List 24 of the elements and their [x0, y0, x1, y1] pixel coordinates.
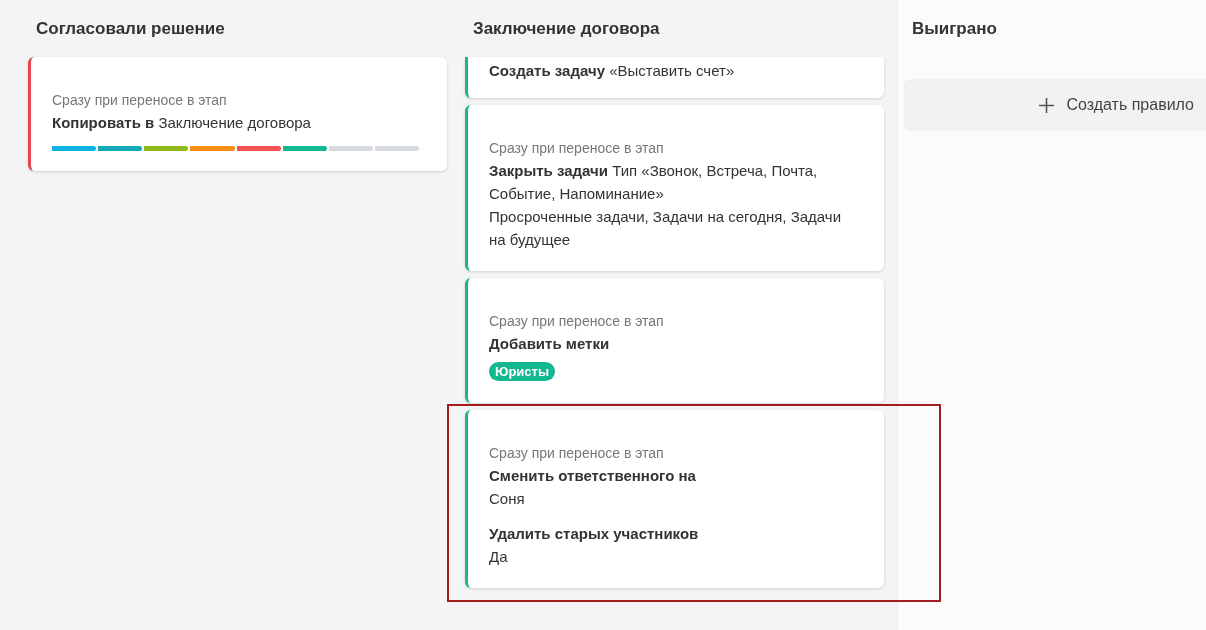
action-text: Копировать в Заключение договора — [52, 113, 312, 133]
rule-card[interactable]: Сразу при переносе в этап Добавить метки Юристы — [465, 278, 884, 403]
action-text: Да — [489, 547, 509, 567]
trigger-text: Сразу при переносе в этап — [489, 312, 665, 331]
action-title: Добавить метки — [489, 334, 611, 354]
trigger-text: Сразу при переносе в этап — [52, 91, 228, 110]
action-text: Закрыть задачи Тип «Звонок, Встреча, Почта, Событие, Напоминание» — [489, 161, 819, 204]
column-title: Выиграно — [912, 17, 997, 40]
action-title: Удалить старых участников — [489, 524, 700, 544]
column-title: Заключение договора — [473, 17, 660, 40]
rule-card[interactable]: Сразу при переносе в этап Сменить ответственного на Соня Удалить старых участников Да — [465, 410, 884, 588]
rule-card[interactable]: Создать задачу «Выставить счет» — [465, 57, 884, 98]
trigger-text: Сразу при переносе в этап — [489, 444, 665, 463]
action-text: Создать задачу «Выставить счет» — [489, 61, 736, 81]
plus-icon — [1039, 97, 1055, 113]
action-text: Соня — [489, 489, 526, 509]
action-text: Просроченные задачи, Задачи на сегодня, Задачи на будущее — [489, 207, 843, 250]
label-tag: Юристы — [489, 362, 556, 381]
action-title: Сменить ответственного на — [489, 466, 697, 486]
rule-card[interactable]: Сразу при переносе в этап Закрыть задачи Тип «Звонок, Встреча, Почта, Событие, Напоминание» Просроченные задачи, Задачи на сегодня, Задачи на будущее — [465, 105, 884, 271]
trigger-text: Сразу при переносе в этап — [489, 139, 665, 158]
create-rule-button[interactable]: Создать правило — [904, 79, 1206, 131]
rule-card[interactable]: Сразу при переносе в этап Копировать в Заключение договора — [28, 57, 447, 171]
column-title: Согласовали решение — [36, 17, 225, 40]
